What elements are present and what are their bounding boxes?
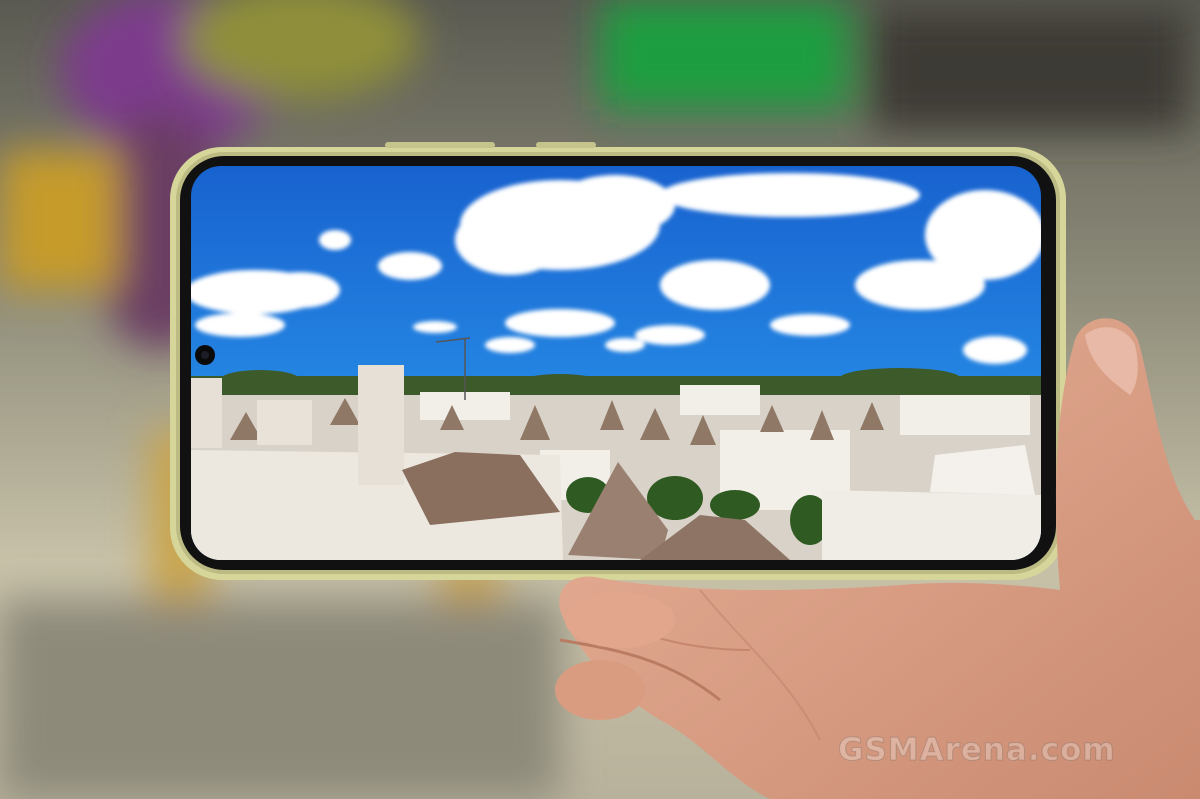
phone-screen	[191, 166, 1041, 560]
watermark: GSMArena.com	[838, 732, 1116, 769]
front-camera	[195, 345, 215, 365]
photo-scene	[0, 0, 1200, 799]
